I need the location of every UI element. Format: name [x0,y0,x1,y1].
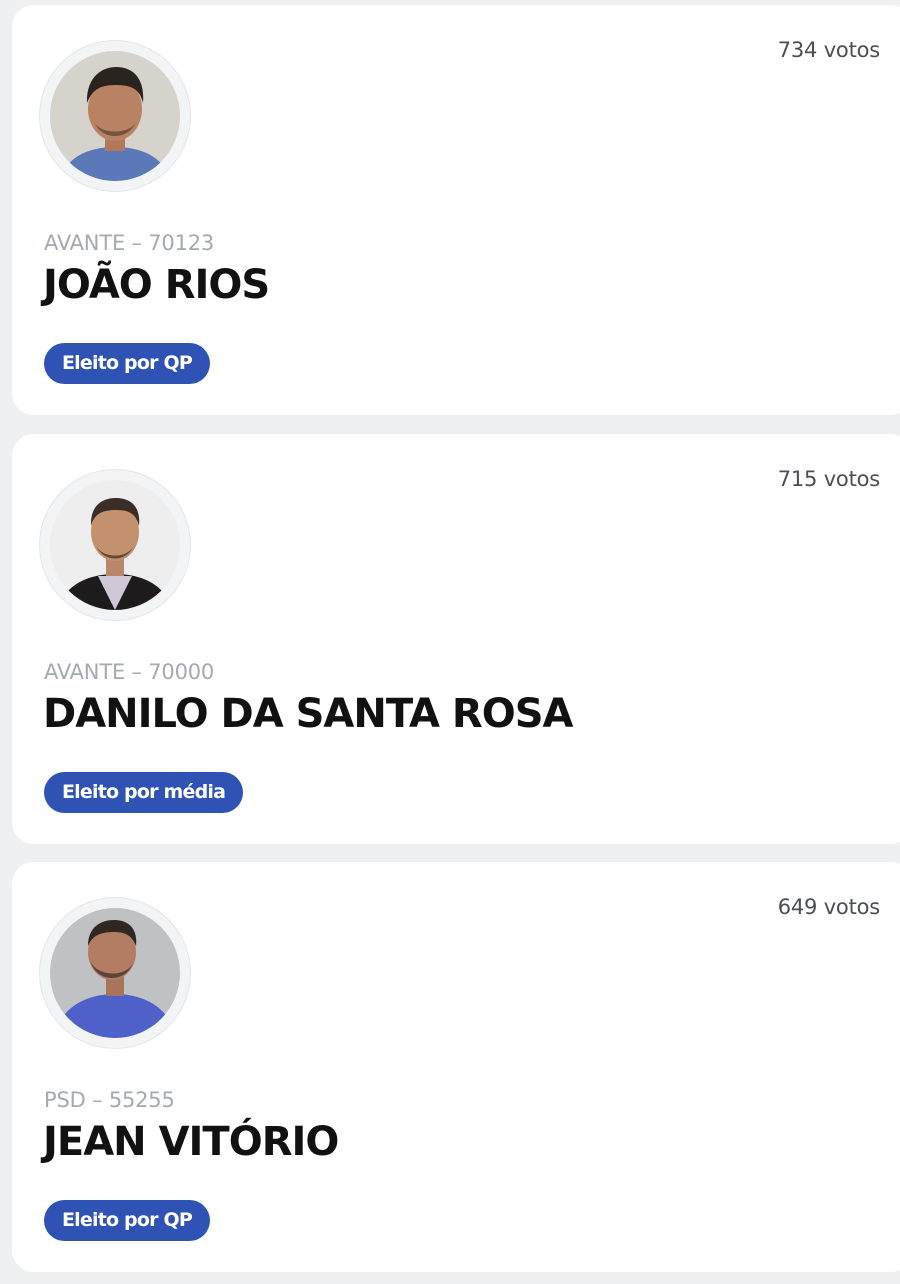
status-badge: Eleito por QP [44,1200,210,1241]
candidate-card[interactable]: 715 votos AVANTE – 70000 DANILO DA SANTA… [12,434,900,844]
vote-count: 649 votos [777,895,880,919]
candidate-party-number: PSD – 55255 [44,1088,175,1112]
status-badge: Eleito por média [44,772,244,813]
candidate-avatar [40,898,190,1048]
vote-count: 715 votos [777,467,880,491]
candidate-card[interactable]: 734 votos AVANTE – 70123 JOÃO RIOS Eleit… [12,5,900,415]
candidate-name: DANILO DA SANTA ROSA [43,691,573,737]
candidate-photo-icon [50,51,180,181]
status-badge: Eleito por QP [44,343,210,384]
candidate-avatar [40,470,190,620]
candidate-photo-icon [50,480,180,610]
vote-count: 734 votos [777,38,880,62]
candidate-card[interactable]: 649 votos PSD – 55255 JEAN VITÓRIO Eleit… [12,862,900,1272]
candidate-party-number: AVANTE – 70123 [44,231,215,255]
candidate-name: JEAN VITÓRIO [43,1119,339,1165]
candidate-photo-icon [50,908,180,1038]
candidate-avatar [40,41,190,191]
candidate-party-number: AVANTE – 70000 [44,660,215,684]
candidate-name: JOÃO RIOS [43,262,270,308]
